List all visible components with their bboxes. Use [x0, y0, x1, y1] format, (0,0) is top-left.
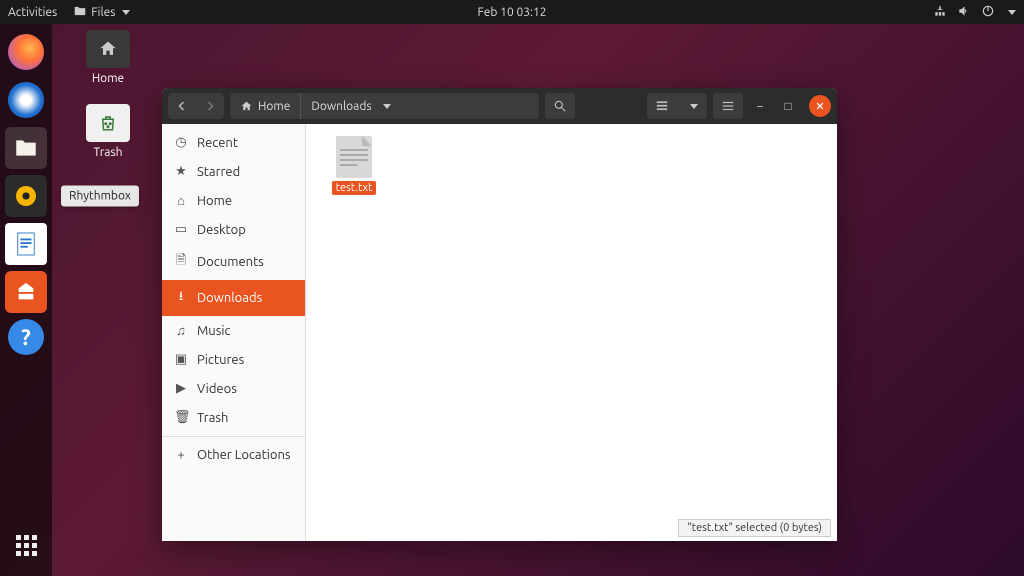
power-icon[interactable]	[981, 4, 995, 21]
activities-button[interactable]: Activities	[8, 6, 57, 19]
dock-help[interactable]: ?	[8, 319, 44, 355]
star-icon: ★	[174, 164, 188, 179]
sidebar-pictures[interactable]: ▣Pictures	[162, 345, 305, 374]
sidebar: ◷Recent ★Starred ⌂Home ▭Desktop 🗎Documen…	[162, 124, 306, 541]
dock-libreoffice[interactable]	[5, 223, 47, 265]
dock-show-apps[interactable]	[5, 524, 47, 566]
plus-icon: +	[174, 448, 188, 462]
view-dropdown-button[interactable]	[677, 93, 707, 119]
nav-buttons	[168, 93, 224, 119]
dock-software[interactable]	[5, 271, 47, 313]
desktop-icon-label: Trash	[93, 146, 122, 159]
back-button[interactable]	[168, 93, 196, 119]
clock-icon: ◷	[174, 135, 188, 150]
desktop-icon: ▭	[174, 222, 188, 237]
dock-files[interactable]	[5, 127, 47, 169]
hamburger-menu-button[interactable]	[713, 93, 743, 119]
app-menu[interactable]: Files	[73, 4, 130, 21]
minimize-button[interactable]: –	[749, 95, 771, 117]
folder-icon	[73, 4, 87, 21]
downloads-icon: ⭳	[174, 287, 188, 309]
window-titlebar[interactable]: Home Downloads – □	[162, 88, 837, 124]
view-controls	[647, 93, 707, 119]
sidebar-trash[interactable]: 🗑Trash	[162, 403, 305, 432]
dock-rhythmbox[interactable]: Rhythmbox	[5, 175, 47, 217]
sidebar-downloads[interactable]: ⭳Downloads	[162, 280, 305, 316]
top-bar: Activities Files Feb 10 03:12	[0, 0, 1024, 24]
path-current[interactable]: Downloads	[300, 93, 400, 119]
chevron-down-icon	[122, 10, 130, 15]
documents-icon: 🗎	[174, 251, 188, 273]
sidebar-separator	[162, 436, 305, 437]
file-label: test.txt	[332, 181, 377, 195]
text-file-icon	[336, 136, 372, 178]
home-folder-icon	[86, 30, 130, 68]
desktop-home-icon[interactable]: Home	[76, 30, 140, 85]
file-pane[interactable]: test.txt "test.txt" selected (0 bytes)	[306, 124, 837, 541]
app-menu-label: Files	[91, 6, 115, 19]
sidebar-starred[interactable]: ★Starred	[162, 157, 305, 186]
path-home[interactable]: Home	[230, 93, 300, 119]
path-bar: Home Downloads	[230, 93, 539, 119]
sidebar-recent[interactable]: ◷Recent	[162, 128, 305, 157]
list-view-button[interactable]	[647, 93, 677, 119]
dock-tooltip: Rhythmbox	[61, 186, 139, 207]
desktop-trash-icon[interactable]: Trash	[76, 104, 140, 159]
clock[interactable]: Feb 10 03:12	[477, 6, 546, 19]
dock: Rhythmbox ?	[0, 24, 52, 576]
apps-grid-icon	[16, 535, 37, 556]
search-button[interactable]	[545, 93, 575, 119]
volume-icon[interactable]	[957, 4, 971, 21]
sidebar-music[interactable]: ♫Music	[162, 316, 305, 345]
network-icon[interactable]	[933, 4, 947, 21]
chevron-down-icon[interactable]	[1008, 10, 1016, 15]
sidebar-videos[interactable]: ▶Videos	[162, 374, 305, 403]
chevron-down-icon	[383, 104, 391, 109]
sidebar-documents[interactable]: 🗎Documents	[162, 244, 305, 280]
desktop-icon-label: Home	[92, 72, 124, 85]
trash-icon: 🗑	[174, 410, 188, 425]
home-icon: ⌂	[174, 193, 188, 208]
file-item[interactable]: test.txt	[318, 136, 390, 195]
dock-thunderbird[interactable]	[8, 82, 44, 118]
music-icon: ♫	[174, 323, 188, 338]
close-button[interactable]	[809, 95, 831, 117]
sidebar-home[interactable]: ⌂Home	[162, 186, 305, 215]
sidebar-other-locations[interactable]: +Other Locations	[162, 441, 305, 469]
maximize-button[interactable]: □	[777, 95, 799, 117]
forward-button[interactable]	[196, 93, 224, 119]
videos-icon: ▶	[174, 381, 188, 396]
dock-firefox[interactable]	[8, 34, 44, 70]
pictures-icon: ▣	[174, 352, 188, 367]
sidebar-desktop[interactable]: ▭Desktop	[162, 215, 305, 244]
trash-icon	[86, 104, 130, 142]
status-bar: "test.txt" selected (0 bytes)	[678, 519, 831, 537]
files-window: Home Downloads – □ ◷Recent ★S	[162, 88, 837, 541]
